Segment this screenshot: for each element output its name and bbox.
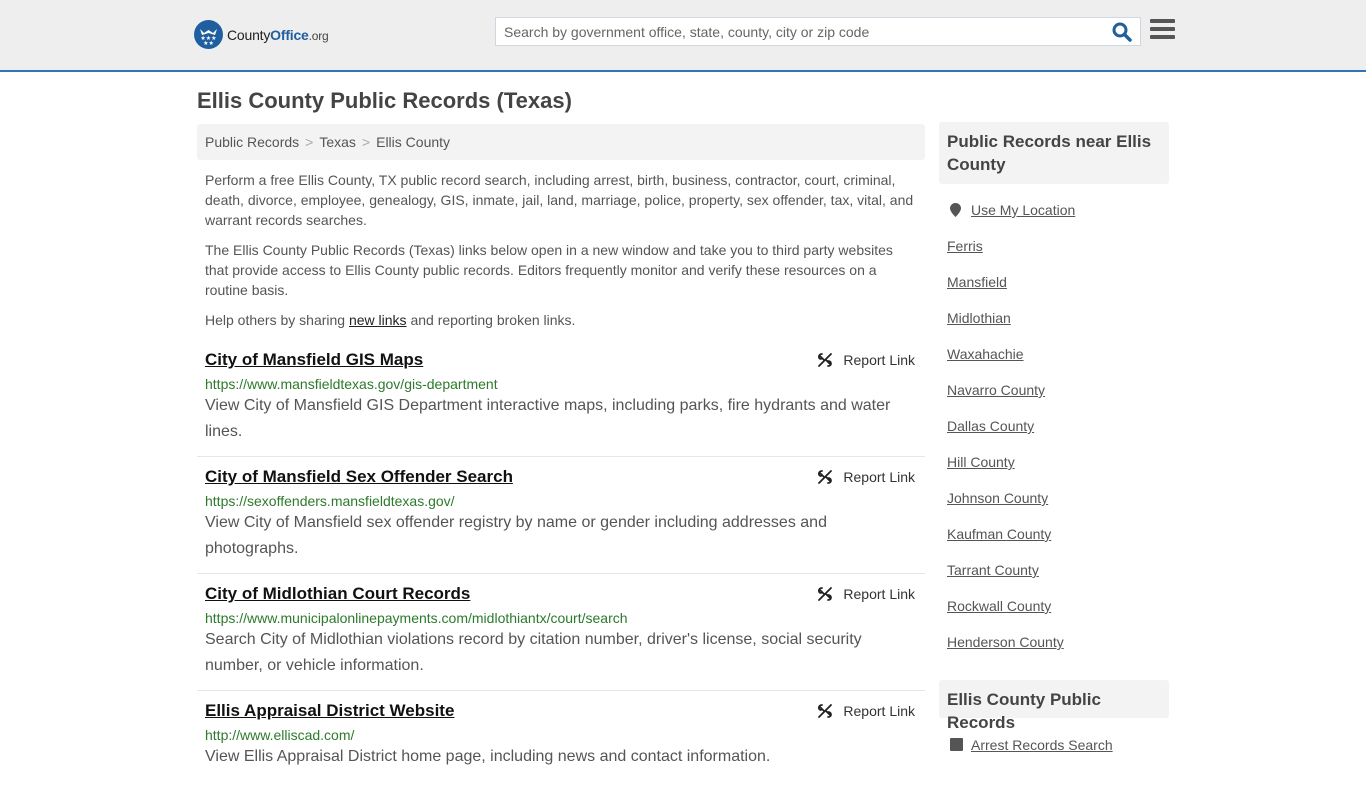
county-records-heading: Ellis County Public Records xyxy=(939,680,1169,732)
nearby-link[interactable]: Johnson County xyxy=(947,490,1048,506)
nearby-link[interactable]: Ferris xyxy=(947,238,983,254)
nearby-link[interactable]: Navarro County xyxy=(947,382,1045,398)
broken-link-icon xyxy=(818,704,833,718)
countyoffice-logo[interactable]: ★★★ ★★ CountyOffice.org xyxy=(194,20,329,49)
map-pin-icon xyxy=(950,203,961,217)
search-icon[interactable] xyxy=(1112,22,1134,42)
intro-text: Perform a free Ellis County, TX public r… xyxy=(205,170,920,340)
breadcrumb-public-records[interactable]: Public Records xyxy=(205,134,299,150)
breadcrumb: Public Records > Texas > Ellis County xyxy=(197,124,925,160)
record-listing: Ellis Appraisal District Website http://… xyxy=(197,691,925,808)
report-link-button[interactable]: Report Link xyxy=(817,352,915,368)
breadcrumb-ellis-county[interactable]: Ellis County xyxy=(376,134,450,150)
intro-paragraph: Perform a free Ellis County, TX public r… xyxy=(205,172,914,228)
logo-wordmark: CountyOffice.org xyxy=(227,26,329,43)
breadcrumb-texas[interactable]: Texas xyxy=(319,134,356,150)
listing-description: View Ellis Appraisal District home page,… xyxy=(205,748,771,765)
use-my-location-link[interactable]: Use My Location xyxy=(971,202,1075,218)
record-listing: City of Mansfield Sex Offender Search ht… xyxy=(197,457,925,574)
listing-url[interactable]: https://www.municipalonlinepayments.com/… xyxy=(205,610,917,626)
nearby-link[interactable]: Rockwall County xyxy=(947,598,1051,614)
nearby-link[interactable]: Henderson County xyxy=(947,634,1064,650)
nearby-link[interactable]: Hill County xyxy=(947,454,1015,470)
report-link-button[interactable]: Report Link xyxy=(817,703,915,719)
record-listing: City of Mansfield GIS Maps https://www.m… xyxy=(197,340,925,457)
broken-link-icon xyxy=(818,470,833,484)
intro-paragraph: The Ellis County Public Records (Texas) … xyxy=(205,242,893,298)
search-input[interactable] xyxy=(496,18,1096,45)
new-links-link[interactable]: new links xyxy=(349,312,407,328)
broken-link-icon xyxy=(818,353,833,367)
listing-title-link[interactable]: City of Midlothian Court Records xyxy=(205,584,917,604)
listing-title-link[interactable]: City of Mansfield Sex Offender Search xyxy=(205,467,917,487)
nearby-link[interactable]: Dallas County xyxy=(947,418,1034,434)
listing-url[interactable]: http://www.elliscad.com/ xyxy=(205,727,917,743)
hamburger-menu-icon[interactable] xyxy=(1150,19,1175,43)
listing-url[interactable]: https://www.mansfieldtexas.gov/gis-depar… xyxy=(205,376,917,392)
help-text: Help others by sharing new links and rep… xyxy=(205,312,576,328)
site-search xyxy=(495,17,1141,46)
arrest-records-icon xyxy=(950,738,963,751)
nearby-link[interactable]: Mansfield xyxy=(947,274,1007,290)
nearby-link[interactable]: Waxahachie xyxy=(947,346,1024,362)
listing-description: Search City of Midlothian violations rec… xyxy=(205,631,862,674)
eagle-stars-logo-icon: ★★★ ★★ xyxy=(194,20,223,49)
nearby-records-heading: Public Records near Ellis County xyxy=(939,122,1169,184)
page-title: Ellis County Public Records (Texas) xyxy=(197,88,572,113)
nearby-link[interactable]: Tarrant County xyxy=(947,562,1039,578)
use-my-location[interactable]: Use My Location xyxy=(950,202,1075,218)
listing-description: View City of Mansfield GIS Department in… xyxy=(205,397,891,440)
listing-title-link[interactable]: City of Mansfield GIS Maps xyxy=(205,350,917,370)
listing-title-link[interactable]: Ellis Appraisal District Website xyxy=(205,701,917,721)
breadcrumb-separator: > xyxy=(305,134,314,150)
nearby-link[interactable]: Kaufman County xyxy=(947,526,1051,542)
nearby-link[interactable]: Midlothian xyxy=(947,310,1011,326)
site-header: ★★★ ★★ CountyOffice.org xyxy=(0,0,1366,72)
listing-description: View City of Mansfield sex offender regi… xyxy=(205,514,827,557)
listing-url[interactable]: https://sexoffenders.mansfieldtexas.gov/ xyxy=(205,493,917,509)
report-link-button[interactable]: Report Link xyxy=(817,586,915,602)
report-link-button[interactable]: Report Link xyxy=(817,469,915,485)
breadcrumb-separator: > xyxy=(361,134,371,150)
record-listing: City of Midlothian Court Records https:/… xyxy=(197,574,925,691)
svg-text:★★: ★★ xyxy=(203,40,214,47)
arrest-records-link[interactable]: Arrest Records Search xyxy=(971,737,1113,753)
broken-link-icon xyxy=(818,587,833,601)
